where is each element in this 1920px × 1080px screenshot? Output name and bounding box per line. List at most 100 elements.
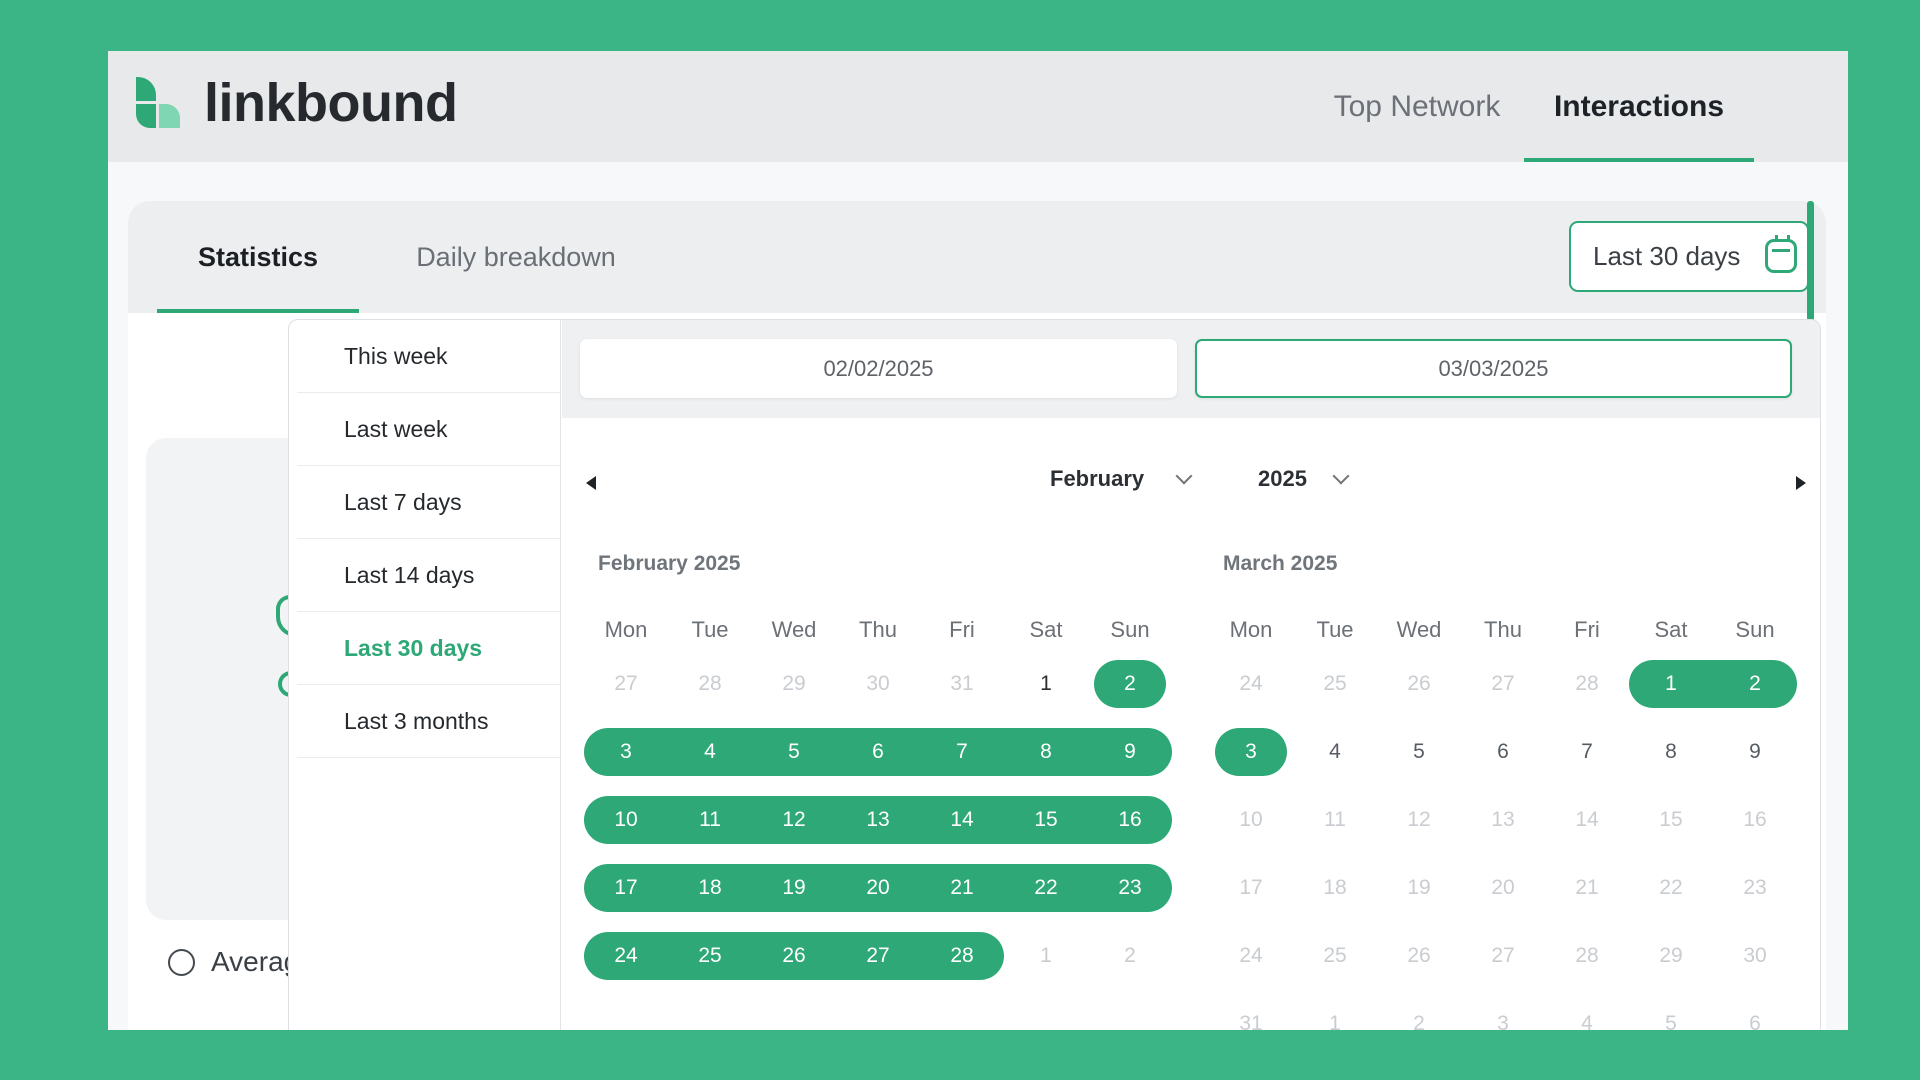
brand-name: linkbound	[204, 73, 458, 133]
day-cell: 4	[1581, 1012, 1593, 1030]
calendar-grid-march: Mon Tue Wed Thu Fri Sat Sun 24 25 26 27 …	[1209, 610, 1797, 1030]
day-cell[interactable]: 9	[1713, 718, 1797, 786]
day-cell-in-range[interactable]: 3	[584, 728, 668, 776]
day-cell-in-range[interactable]: 10	[584, 796, 668, 844]
day-cell-in-range[interactable]: 11	[668, 796, 752, 844]
day-cell-in-range[interactable]: 27	[836, 932, 920, 980]
day-cell: 16	[1743, 808, 1767, 831]
day-cell-in-range[interactable]: 5	[752, 728, 836, 776]
day-cell: 25	[1323, 944, 1347, 967]
nav-top-network[interactable]: Top Network	[1310, 51, 1524, 162]
day-cell-in-range[interactable]: 24	[584, 932, 668, 980]
day-cell: 23	[1743, 876, 1767, 899]
day-cell-in-range[interactable]: 12	[752, 796, 836, 844]
day-cell-in-range[interactable]: 23	[1088, 864, 1172, 912]
day-cell-in-range[interactable]: 7	[920, 728, 1004, 776]
day-cell: 29	[1659, 944, 1683, 967]
chevron-down-icon	[1175, 467, 1193, 485]
day-cell-in-range[interactable]: 17	[584, 864, 668, 912]
weekday-label: Wed	[771, 617, 817, 642]
day-cell-in-range[interactable]: 25	[668, 932, 752, 980]
day-cell: 3	[1497, 1012, 1509, 1030]
calendar-area: 02/02/2025 03/03/2025 February 2025 Febr…	[562, 320, 1820, 1030]
date-range-button[interactable]: Last 30 days	[1569, 221, 1809, 292]
day-cell: 28	[1575, 944, 1599, 967]
day-cell-in-range[interactable]: 16	[1088, 796, 1172, 844]
day-cell: 17	[1239, 876, 1263, 899]
day-cell-range-end[interactable]: 3	[1215, 728, 1287, 776]
day-cell-in-range[interactable]: 13	[836, 796, 920, 844]
day-cell: 30	[1743, 944, 1767, 967]
preset-last-3-months[interactable]: Last 3 months	[297, 685, 560, 758]
day-cell: 11	[1324, 808, 1346, 831]
day-cell-in-range[interactable]: 9	[1088, 728, 1172, 776]
day-cell[interactable]: 6	[1461, 718, 1545, 786]
day-cell: 15	[1659, 808, 1683, 831]
day-cell-in-range[interactable]: 8	[1004, 728, 1088, 776]
day-cell-in-range[interactable]: 19	[752, 864, 836, 912]
brand-logo[interactable]: linkbound	[136, 72, 458, 134]
day-cell: 18	[1323, 876, 1347, 899]
day-cell-in-range[interactable]: 6	[836, 728, 920, 776]
weekday-label: Sat	[1654, 617, 1688, 642]
month-select[interactable]: February	[1050, 466, 1193, 492]
chevron-down-icon	[1332, 467, 1350, 485]
radio-circle-icon[interactable]	[168, 948, 195, 976]
day-cell: 2	[1413, 1012, 1425, 1030]
preset-last-14-days[interactable]: Last 14 days	[297, 539, 560, 612]
day-cell: 24	[1239, 944, 1263, 967]
end-date-input[interactable]: 03/03/2025	[1195, 339, 1792, 398]
weekday-label: Thu	[1484, 617, 1522, 642]
prev-month-icon[interactable]	[586, 476, 596, 490]
weekday-label: Mon	[1229, 617, 1273, 642]
day-cell-in-range[interactable]: 14	[920, 796, 1004, 844]
weekday-label: Mon	[604, 617, 648, 642]
day-cell: 27	[1491, 944, 1515, 967]
day-cell-in-range[interactable]: 4	[668, 728, 752, 776]
day-cell-in-range[interactable]: 26	[752, 932, 836, 980]
day-cell: 14	[1575, 808, 1599, 831]
day-cell: 5	[1665, 1012, 1677, 1030]
year-select[interactable]: 2025	[1258, 466, 1350, 492]
preset-list: This week Last week Last 7 days Last 14 …	[289, 320, 561, 1030]
start-date-input[interactable]: 02/02/2025	[580, 339, 1177, 398]
scrollbar[interactable]	[1807, 201, 1814, 321]
day-cell-in-range[interactable]: 1	[1629, 660, 1713, 708]
top-bar: linkbound Top Network Interactions	[108, 51, 1848, 162]
nav-interactions[interactable]: Interactions	[1524, 51, 1754, 162]
day-cell[interactable]: 8	[1629, 718, 1713, 786]
day-cell[interactable]: 7	[1545, 718, 1629, 786]
date-range-picker: This week Last week Last 7 days Last 14 …	[288, 319, 1821, 1030]
day-cell-in-range[interactable]: 15	[1004, 796, 1088, 844]
next-month-icon[interactable]	[1796, 476, 1806, 490]
preset-this-week[interactable]: This week	[297, 320, 560, 393]
preset-last-30-days[interactable]: Last 30 days	[297, 612, 560, 685]
day-cell-in-range[interactable]: 18	[668, 864, 752, 912]
day-cell: 1	[1040, 944, 1052, 967]
linkbound-logo-icon	[136, 77, 184, 129]
day-cell[interactable]: 1	[1004, 650, 1088, 718]
day-cell: 26	[1407, 672, 1431, 695]
top-nav: Top Network Interactions	[1310, 51, 1754, 162]
tab-statistics[interactable]: Statistics	[157, 201, 359, 313]
day-cell-in-range[interactable]: 22	[1004, 864, 1088, 912]
weekday-label: Thu	[859, 617, 897, 642]
weekday-label: Tue	[1316, 617, 1354, 642]
day-cell-range-start[interactable]: 2	[1094, 660, 1166, 708]
day-cell-in-range[interactable]: 21	[920, 864, 1004, 912]
day-cell: 28	[1575, 672, 1599, 695]
preset-last-7-days[interactable]: Last 7 days	[297, 466, 560, 539]
weekday-label: Fri	[1574, 617, 1600, 642]
month-title-march: March 2025	[1223, 552, 1338, 575]
day-cell-in-range[interactable]: 28	[920, 932, 1004, 980]
day-cell[interactable]: 4	[1293, 718, 1377, 786]
year-select-value: 2025	[1258, 466, 1307, 491]
day-cell: 13	[1491, 808, 1515, 831]
tab-daily-breakdown[interactable]: Daily breakdown	[390, 201, 642, 313]
preset-last-week[interactable]: Last week	[297, 393, 560, 466]
day-cell[interactable]: 5	[1377, 718, 1461, 786]
day-cell-in-range[interactable]: 20	[836, 864, 920, 912]
day-cell: 28	[698, 672, 722, 695]
day-cell-in-range[interactable]: 2	[1713, 660, 1797, 708]
day-cell: 1	[1329, 1012, 1341, 1030]
